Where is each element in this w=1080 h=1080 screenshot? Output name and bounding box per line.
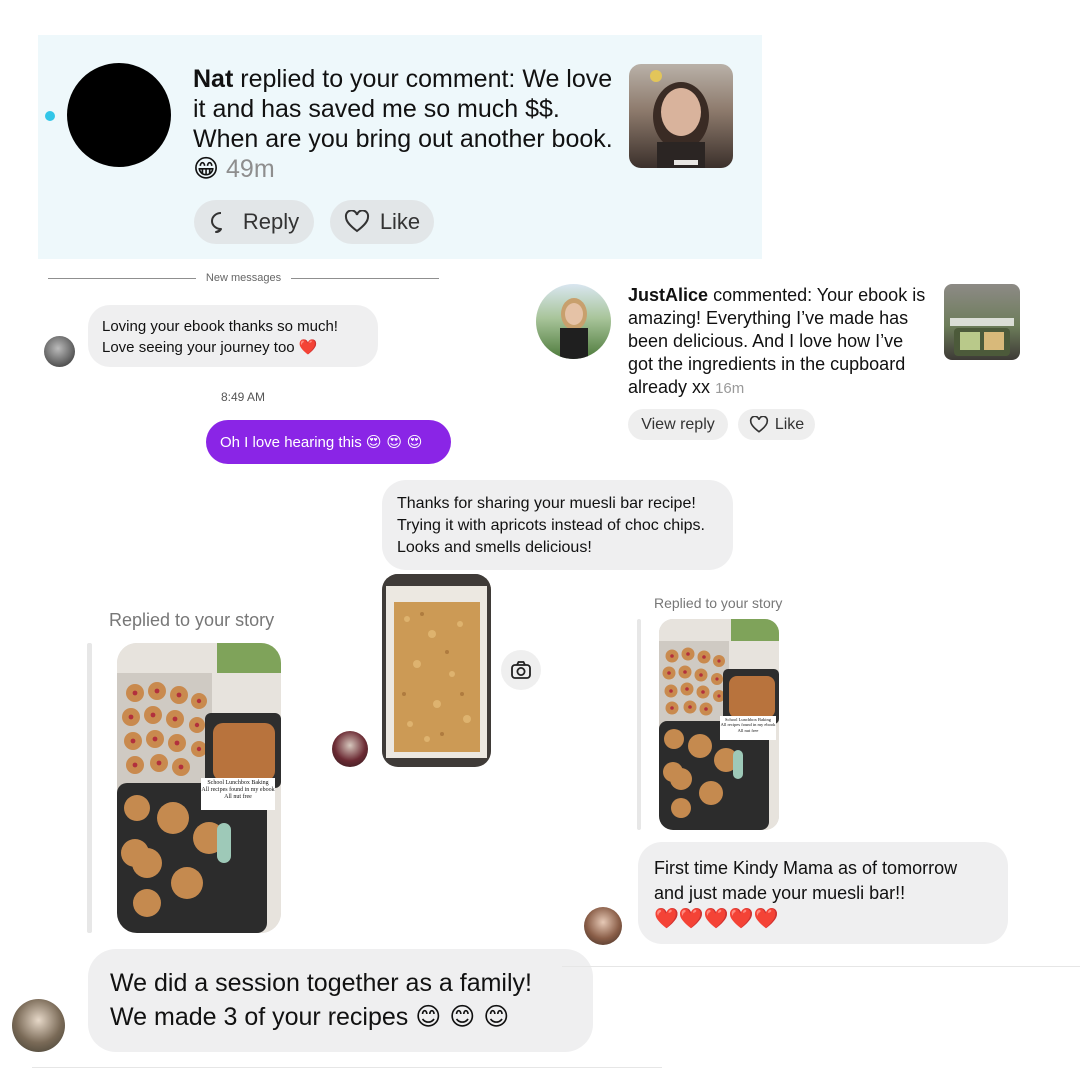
alice-notification-text: JustAlice commented: Your ebook is amazi… [628,284,928,400]
kindy-message-bubble[interactable]: First time Kindy Mama as of tomorrow and… [638,842,1008,944]
sender-avatar[interactable] [44,336,75,367]
caption-line: All recipes found in my ebook [201,787,275,793]
nat-post-thumbnail[interactable] [629,64,733,168]
caption-line: All nut free [737,727,759,733]
sender-avatar[interactable] [332,731,368,767]
nat-username[interactable]: Nat [193,65,233,93]
story-caption: School Lunchbox Baking All recipes found… [720,716,776,740]
kindy-message-text: First time Kindy Mama as of tomorrow and… [654,858,958,903]
nat-notification-text: Nat replied to your comment: We love it … [193,64,613,184]
smiling-emoji: 😊 😊 😊 [415,1002,510,1031]
alice-time: 16m [715,380,745,397]
story-reply-bar [637,619,641,830]
outgoing-message-text: Oh I love hearing this [220,434,362,451]
speech-bubble-icon [210,212,222,233]
unread-dot [45,111,55,121]
view-reply-label: View reply [641,415,715,433]
new-messages-divider: New messages [205,272,282,284]
red-heart-emoji: ❤️ [298,338,318,356]
story-preview[interactable]: School Lunchbox Baking All recipes found… [659,619,779,830]
baking-tray-photo-icon [382,574,491,767]
like-label: Like [774,415,805,433]
like-label: Like [379,209,421,234]
divider-line [48,278,196,279]
panel-divider [562,966,1080,967]
alice-post-thumbnail[interactable] [944,284,1020,360]
heart-outline-icon [749,415,768,433]
reply-button[interactable]: Reply [194,200,314,244]
incoming-message-bubble[interactable]: Loving your ebook thanks so much! Love s… [88,305,378,367]
woman-photo-icon [560,298,588,359]
like-button[interactable]: Like [330,200,434,244]
alice-username[interactable]: JustAlice [628,285,708,305]
reply-label: Reply [242,209,300,234]
message-timestamp: 8:49 AM [221,390,266,404]
nat-comment-text: replied to your comment: We love it and … [193,65,613,153]
family-message-bubble[interactable]: We did a session together as a family! W… [88,949,593,1052]
story-reply-bar [87,643,92,933]
view-reply-button[interactable]: View reply [628,409,728,440]
red-hearts-emoji: ❤️❤️❤️❤️❤️ [654,906,779,930]
caption-line: All nut free [224,794,252,800]
divider-line [291,278,439,279]
heart-eyes-emoji: 😍 😍 😍 [365,433,423,451]
story-preview[interactable]: School Lunchbox Baking All recipes found… [117,643,281,933]
heart-outline-icon [344,210,369,233]
alice-avatar[interactable] [536,284,611,359]
lunchbox-photo-icon [950,318,1014,356]
grin-emoji: 😁 [193,154,220,183]
like-button[interactable]: Like [738,409,815,440]
replied-to-story-label: Replied to your story [109,610,275,630]
nat-avatar[interactable] [67,63,171,167]
muesli-message-bubble[interactable]: Thanks for sharing your muesli bar recip… [382,480,733,570]
panel-divider [32,1067,662,1068]
outgoing-message-bubble[interactable]: Oh I love hearing this 😍 😍 😍 [206,420,451,464]
nat-time: 49m [226,155,275,183]
story-caption: School Lunchbox Baking All recipes found… [201,778,275,810]
camera-icon[interactable] [501,650,541,690]
sender-avatar[interactable] [584,907,622,945]
muesli-bar-photo[interactable] [382,574,491,767]
sender-avatar[interactable] [12,999,65,1052]
woman-photo-icon [650,70,709,168]
muesli-message-text: Thanks for sharing your muesli bar recip… [397,495,705,556]
caption-title: School Lunchbox Baking [207,780,269,786]
replied-to-story-label: Replied to your story [654,595,783,611]
